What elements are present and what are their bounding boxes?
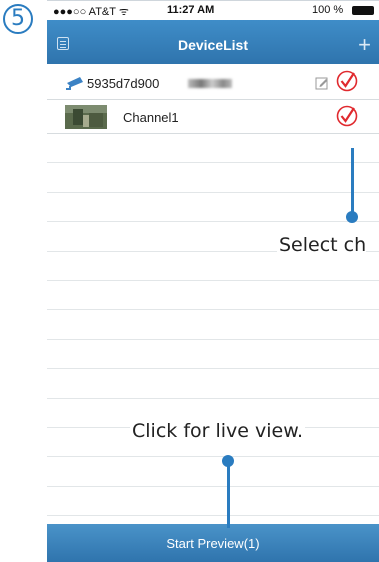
select-channel-callout: Select ch	[277, 234, 367, 256]
plus-icon[interactable]: +	[358, 32, 371, 58]
phone-screen: ●●●○○ AT&T ᯤ 11:27 AM 100 % DeviceList +…	[47, 0, 379, 562]
start-preview-button[interactable]: Start Preview(1)	[47, 524, 379, 562]
device-name: 5935d7d900	[87, 76, 160, 91]
status-bar: ●●●○○ AT&T ᯤ 11:27 AM 100 %	[47, 0, 379, 20]
channel-thumbnail	[65, 105, 107, 129]
checkmark-circle-icon[interactable]	[336, 70, 358, 92]
status-time: 11:27 AM	[167, 4, 215, 16]
channel-name: Channel1	[123, 110, 179, 125]
live-view-callout-dot	[222, 455, 234, 467]
camera-icon	[66, 77, 83, 90]
live-view-callout: Click for live view.	[130, 420, 306, 442]
device-list: 5935d7d900 Channel1	[47, 64, 379, 134]
page-title: DeviceList	[177, 37, 249, 53]
edit-icon[interactable]	[315, 76, 329, 90]
empty-list-area	[47, 134, 379, 517]
select-callout-dot	[346, 211, 358, 223]
navigation-bar: DeviceList +	[47, 20, 379, 64]
battery-percentage: 100 %	[312, 4, 344, 16]
live-view-callout-line	[227, 460, 230, 528]
step-number-badge: 5	[3, 4, 33, 34]
redacted-serial	[188, 79, 232, 88]
checkmark-circle-icon[interactable]	[336, 105, 358, 127]
select-callout-line	[351, 148, 354, 216]
channel-row[interactable]: Channel1	[47, 100, 379, 134]
battery-icon	[352, 6, 374, 15]
carrier-signal: ●●●○○ AT&T ᯤ	[53, 6, 129, 18]
device-row[interactable]: 5935d7d900	[47, 64, 379, 100]
